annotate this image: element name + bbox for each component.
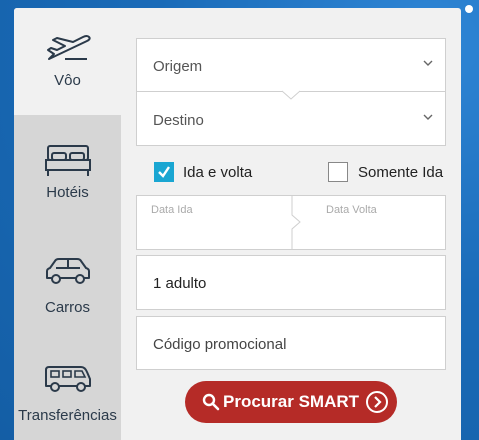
date-divider: [291, 196, 301, 249]
tab-flights-label: Vôo: [54, 72, 81, 89]
airplane-icon: [46, 35, 91, 60]
departure-date-input[interactable]: Data Ida: [137, 196, 292, 249]
search-button-label: Procurar SMART: [223, 392, 360, 411]
search-button[interactable]: Procurar SMART: [185, 381, 397, 423]
round-trip-checkbox[interactable]: [154, 162, 174, 182]
origin-value: Origem: [153, 58, 203, 75]
return-date-label: Data Volta: [326, 204, 377, 216]
tab-flights[interactable]: Vôo: [14, 8, 121, 115]
promo-code-input[interactable]: Código promocional: [136, 316, 446, 370]
date-range-field: Data Ida Data Volta: [136, 195, 446, 250]
chevron-down-icon: [423, 114, 433, 120]
tab-hotels[interactable]: Hotéis: [14, 115, 121, 223]
round-trip-label[interactable]: Ida e volta: [183, 164, 252, 181]
chevron-down-icon: [423, 60, 433, 66]
promo-code-placeholder: Código promocional: [153, 336, 287, 353]
tab-cars[interactable]: Carros: [14, 223, 121, 331]
tab-transfers[interactable]: Transferências: [14, 331, 121, 440]
one-way-label[interactable]: Somente Ida: [358, 164, 443, 181]
tab-transfers-label: Transferências: [18, 407, 117, 424]
field-notch: [282, 90, 300, 100]
tab-hotels-label: Hotéis: [46, 184, 89, 201]
corner-dot: [465, 5, 473, 13]
passengers-value: 1 adulto: [153, 275, 207, 292]
origin-select[interactable]: Origem: [136, 38, 446, 92]
one-way-checkbox[interactable]: [328, 162, 348, 182]
bed-icon: [44, 145, 91, 176]
departure-date-label: Data Ida: [151, 204, 193, 216]
search-icon: [202, 393, 220, 411]
car-icon: [45, 258, 90, 284]
sidebar: Vôo Hotéis Carros Transferências: [14, 8, 121, 440]
tab-cars-label: Carros: [44, 299, 90, 316]
booking-widget: Vôo Hotéis Carros Transferências Origem …: [14, 8, 461, 440]
destination-value: Destino: [153, 112, 204, 129]
checkmark-icon: [158, 166, 170, 178]
passengers-select[interactable]: 1 adulto: [136, 255, 446, 310]
van-icon: [44, 366, 91, 392]
chevron-right-circle-icon: [366, 391, 388, 413]
return-date-input[interactable]: Data Volta: [292, 196, 445, 249]
